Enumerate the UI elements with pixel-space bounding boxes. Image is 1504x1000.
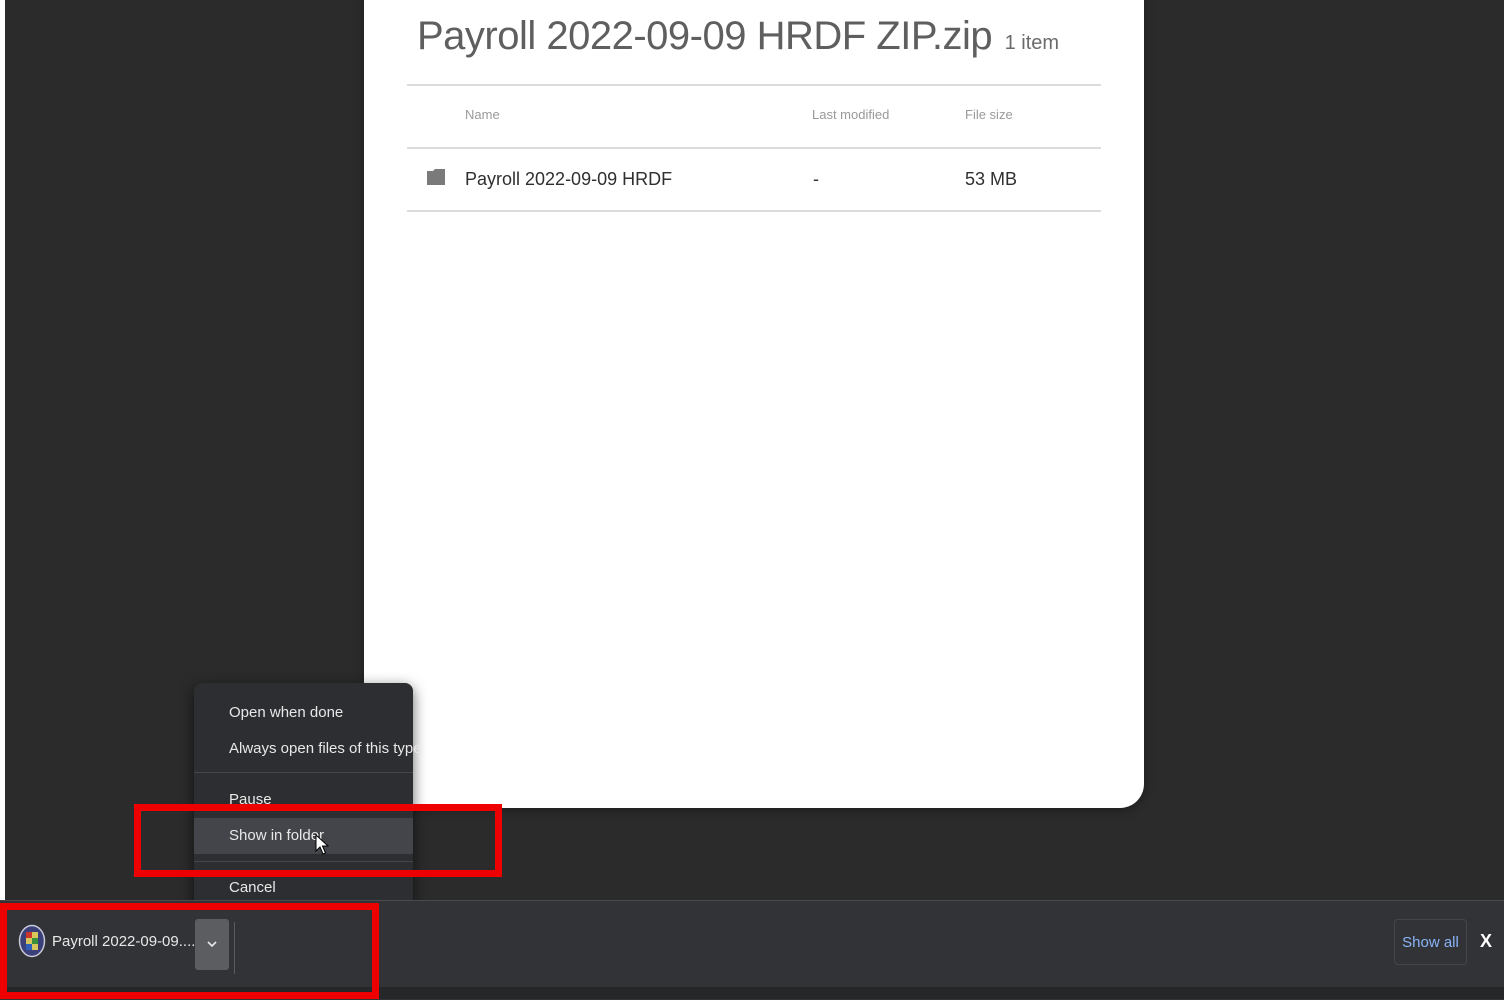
close-shelf-button[interactable]: X [1480,931,1492,952]
zip-viewer-card: Payroll 2022-09-09 HRDF ZIP.zip 1 item N… [364,0,1144,808]
row-divider [407,210,1101,212]
column-header-last-modified[interactable]: Last modified [812,107,889,122]
annotation-box-show-in-folder [134,804,502,877]
header-divider [407,84,1101,86]
zip-title: Payroll 2022-09-09 HRDF ZIP.zip [417,14,993,58]
zip-title-row: Payroll 2022-09-09 HRDF ZIP.zip 1 item [417,14,1059,59]
column-header-name[interactable]: Name [465,107,500,122]
download-context-menu: Open when done Always open files of this… [194,683,422,915]
menu-separator [194,772,413,773]
file-row-modified: - [813,169,819,189]
menu-item-always-open[interactable]: Always open files of this type [229,740,422,757]
column-header-divider [407,147,1101,149]
column-header-file-size[interactable]: File size [965,107,1013,122]
folder-icon [427,169,445,185]
show-all-button[interactable]: Show all [1394,919,1467,965]
item-count: 1 item [1004,32,1060,54]
menu-item-open-when-done[interactable]: Open when done [229,704,343,721]
annotation-box-download-item [0,903,379,999]
file-row-size: 53 MB [965,169,1018,189]
file-row-name[interactable]: Payroll 2022-09-09 HRDF [465,169,672,190]
menu-item-cancel[interactable]: Cancel [229,879,276,896]
